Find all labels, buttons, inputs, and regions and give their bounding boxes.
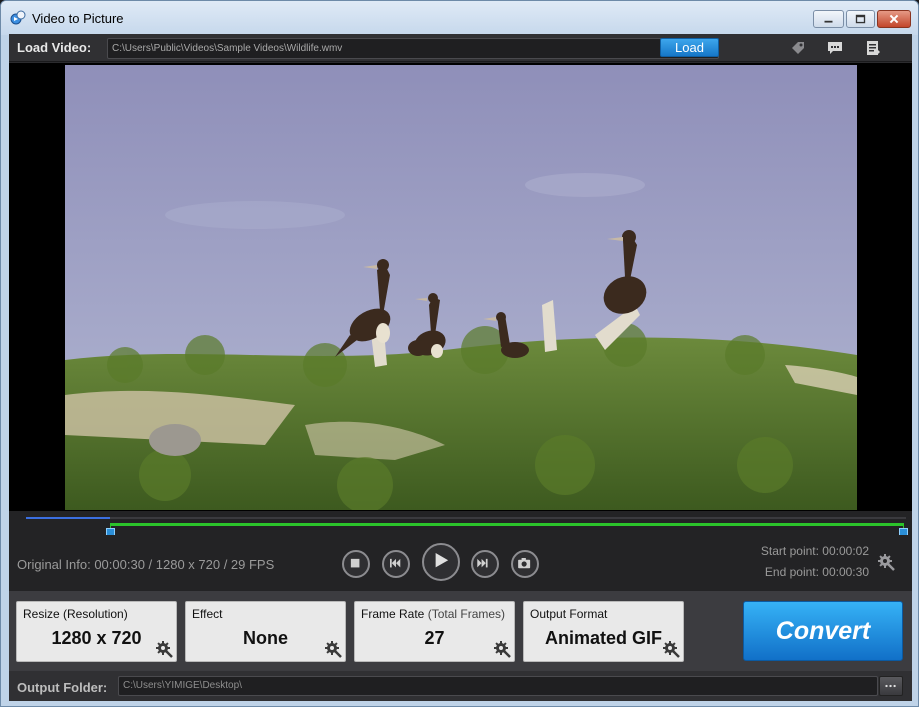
load-video-label: Load Video: (17, 40, 92, 55)
maximize-button[interactable] (846, 10, 875, 28)
resize-value: 1280 x 720 (51, 628, 142, 648)
playback-controls: Original Info: 00:00:30 / 1280 x 720 / 2… (9, 535, 912, 591)
chat-icon[interactable] (827, 40, 843, 56)
minimize-icon (824, 20, 833, 23)
window-title: Video to Picture (32, 11, 124, 26)
next-frame-icon (477, 558, 488, 568)
previous-frame-button[interactable] (382, 550, 410, 578)
play-button[interactable] (422, 543, 460, 581)
load-button[interactable]: Load (660, 38, 719, 57)
main-panel: Load Video: C:\Users\Public\Videos\Sampl… (9, 34, 912, 701)
effect-card[interactable]: Effect None (185, 601, 346, 662)
close-button[interactable] (877, 10, 911, 28)
camera-icon (518, 558, 531, 569)
stop-icon (350, 558, 360, 568)
frame-rate-value: 27 (424, 628, 445, 648)
effect-value: None (243, 628, 288, 648)
output-format-label: Output Format (530, 607, 608, 621)
resize-card[interactable]: Resize (Resolution) 1280 x 720 (16, 601, 177, 662)
output-format-value: Animated GIF (544, 628, 662, 648)
minimize-button[interactable] (813, 10, 844, 28)
video-path-input[interactable]: C:\Users\Public\Videos\Sample Videos\Wil… (107, 38, 719, 59)
stop-button[interactable] (342, 550, 370, 578)
output-folder-bar: Output Folder: C:\Users\YIMIGE\Desktop\ (9, 671, 912, 701)
list-icon[interactable] (865, 40, 881, 56)
gear-icon[interactable] (877, 553, 895, 571)
gear-icon[interactable] (155, 640, 173, 658)
title-bar[interactable]: Video to Picture (1, 1, 918, 35)
video-frame (65, 65, 857, 510)
selection-range (110, 523, 904, 526)
play-icon (435, 553, 449, 568)
previous-frame-icon (390, 558, 401, 568)
options-panel: Resize (Resolution) 1280 x 720 Effect No… (9, 591, 912, 671)
app-window: Video to Picture Load Video: C:\Users\Pu… (0, 0, 919, 707)
gear-icon[interactable] (324, 640, 342, 658)
played-progress (26, 517, 110, 519)
next-frame-button[interactable] (471, 550, 499, 578)
video-frame-image (65, 65, 857, 510)
browse-folder-button[interactable] (879, 676, 903, 696)
convert-button[interactable]: Convert (743, 601, 903, 661)
tag-icon[interactable] (790, 40, 806, 56)
gear-icon[interactable] (662, 640, 680, 658)
output-folder-path: C:\Users\YIMIGE\Desktop\ (123, 680, 242, 691)
video-preview-area (9, 63, 912, 511)
video-path-text: C:\Users\Public\Videos\Sample Videos\Wil… (112, 43, 343, 54)
timeline[interactable] (9, 511, 912, 536)
resize-label: Resize (Resolution) (23, 607, 128, 621)
output-folder-input[interactable]: C:\Users\YIMIGE\Desktop\ (118, 676, 878, 696)
frame-rate-label: Frame Rate (Total Frames) (361, 607, 505, 621)
timeline-track (26, 517, 906, 519)
frame-rate-label-text: Frame Rate (361, 607, 425, 621)
start-point-label: Start point: 00:00:02 (760, 544, 869, 558)
close-icon (889, 14, 899, 24)
frame-rate-card[interactable]: Frame Rate (Total Frames) 27 (354, 601, 515, 662)
app-icon (10, 10, 26, 25)
gear-icon[interactable] (493, 640, 511, 658)
maximize-icon (855, 14, 866, 24)
snapshot-button[interactable] (511, 550, 539, 578)
original-info: Original Info: 00:00:30 / 1280 x 720 / 2… (17, 557, 275, 572)
load-video-bar: Load Video: C:\Users\Public\Videos\Sampl… (9, 34, 912, 62)
convert-label: Convert (775, 617, 871, 645)
end-point-label: End point: 00:00:30 (764, 565, 869, 579)
more-icon (885, 684, 896, 688)
effect-label: Effect (192, 607, 223, 621)
frame-rate-sub-label: (Total Frames) (427, 607, 506, 621)
output-folder-label: Output Folder: (17, 680, 108, 695)
output-format-card[interactable]: Output Format Animated GIF (523, 601, 684, 662)
